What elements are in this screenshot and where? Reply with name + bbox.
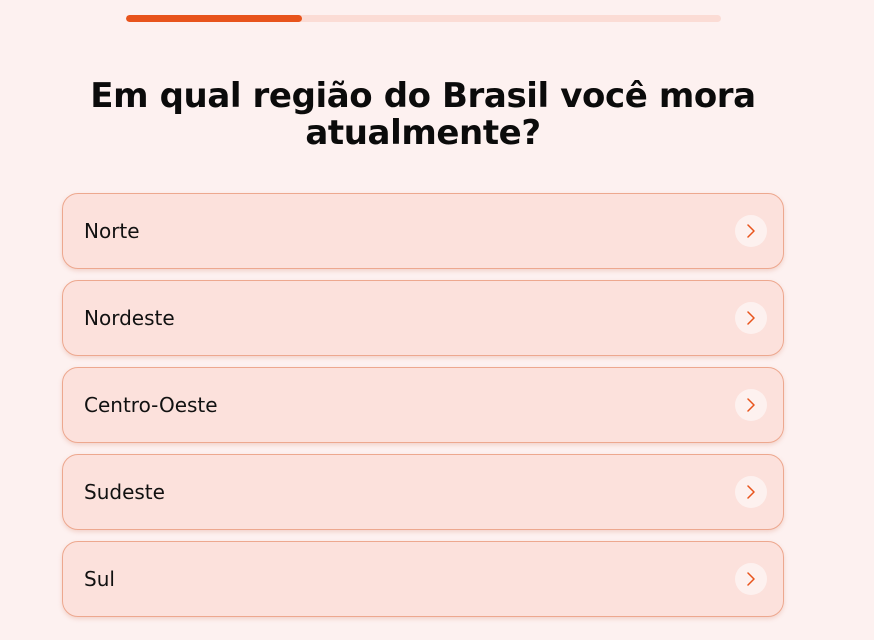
option-centro-oeste[interactable]: Centro-Oeste bbox=[62, 367, 784, 443]
options-list: Norte Nordeste Centro-Oeste Sudeste Sul bbox=[62, 193, 784, 628]
chevron-right-icon bbox=[735, 389, 767, 421]
quiz-page: Em qual região do Brasil você mora atual… bbox=[0, 0, 874, 640]
progress-bar-fill bbox=[126, 15, 302, 22]
option-sul[interactable]: Sul bbox=[62, 541, 784, 617]
option-norte[interactable]: Norte bbox=[62, 193, 784, 269]
chevron-right-icon bbox=[735, 563, 767, 595]
chevron-right-icon bbox=[735, 476, 767, 508]
chevron-right-icon bbox=[735, 215, 767, 247]
option-label: Nordeste bbox=[84, 306, 175, 330]
option-sudeste[interactable]: Sudeste bbox=[62, 454, 784, 530]
chevron-right-icon bbox=[735, 302, 767, 334]
option-label: Sudeste bbox=[84, 480, 165, 504]
question-title: Em qual região do Brasil você mora atual… bbox=[90, 76, 756, 153]
option-label: Centro-Oeste bbox=[84, 393, 218, 417]
progress-bar bbox=[126, 15, 721, 22]
option-nordeste[interactable]: Nordeste bbox=[62, 280, 784, 356]
option-label: Sul bbox=[84, 567, 115, 591]
option-label: Norte bbox=[84, 219, 140, 243]
